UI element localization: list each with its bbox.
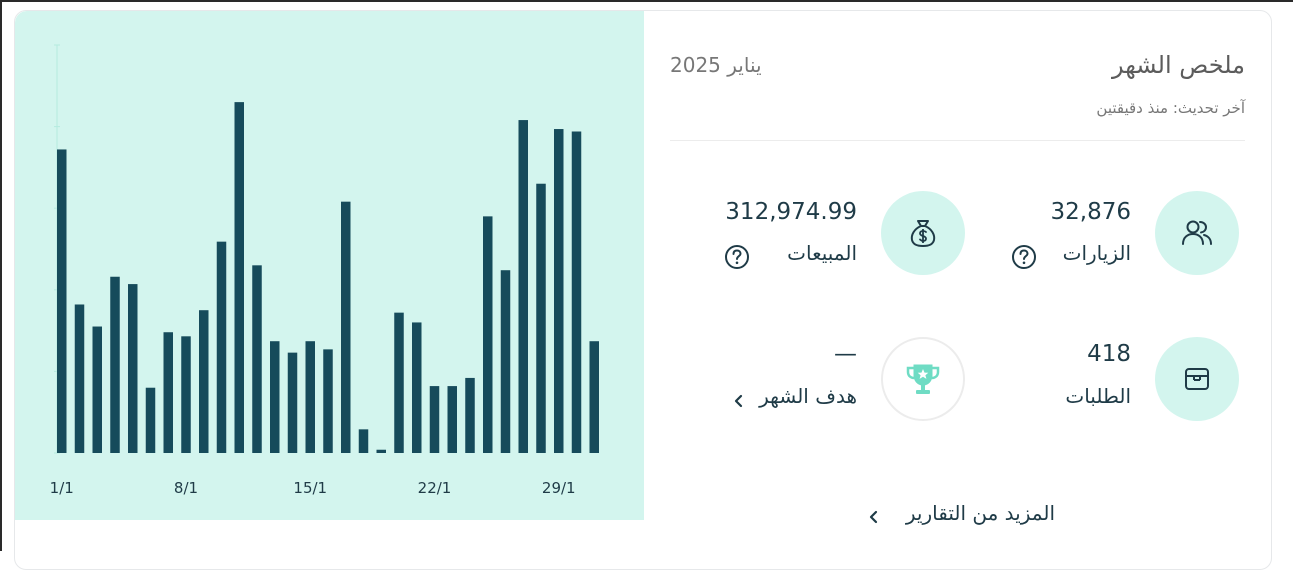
- more-reports-link[interactable]: المزيد من التقارير: [906, 501, 1055, 525]
- divider: [670, 140, 1245, 141]
- x-tick-label: 22/1: [418, 479, 452, 497]
- bar-13/1[interactable]: [270, 341, 280, 453]
- box-icon-circle: [1155, 337, 1239, 421]
- bar-14/1[interactable]: [287, 352, 298, 453]
- sales-value: 312,974.99: [725, 199, 857, 225]
- sales-label: المبيعات: [787, 241, 857, 265]
- bar-12/1[interactable]: [252, 265, 262, 453]
- goal-chevron-icon[interactable]: [732, 393, 746, 409]
- bar-17/1[interactable]: [341, 201, 351, 453]
- bar-6/1[interactable]: [145, 387, 156, 453]
- more-reports-chevron-icon[interactable]: [867, 509, 881, 525]
- bar-7/1[interactable]: [163, 332, 174, 453]
- bar-20/1[interactable]: [394, 312, 404, 453]
- bar-25/1[interactable]: [483, 216, 493, 453]
- left-border: [0, 0, 2, 551]
- top-border: [0, 0, 1293, 2]
- trophy-icon: [906, 364, 940, 394]
- orders-label: الطلبات: [1065, 384, 1131, 408]
- bar-23/1[interactable]: [447, 386, 458, 453]
- bar-2/1[interactable]: [74, 304, 85, 453]
- month-summary-card: 1/1 8/1 15/1 22/1 29/1 ملخص الشهر يناير 2025…: [14, 10, 1272, 570]
- last-updated: آخر تحديث: منذ دقيقتين: [1096, 99, 1245, 117]
- bar-16/1[interactable]: [323, 349, 333, 453]
- visits-label: الزيارات: [1062, 241, 1131, 265]
- x-tick-label: 8/1: [174, 479, 198, 497]
- summary-info: ملخص الشهر يناير 2025 آخر تحديث: منذ دقي…: [644, 11, 1271, 551]
- bar-5/1[interactable]: [128, 284, 138, 453]
- bar-24/1[interactable]: [465, 377, 475, 453]
- period-label: يناير 2025: [670, 53, 762, 77]
- bar-19/1[interactable]: [376, 449, 387, 453]
- visits-value: 32,876: [1050, 199, 1131, 225]
- orders-value: 418: [1087, 341, 1131, 367]
- money-bag-icon: [910, 220, 936, 248]
- bar-9/1[interactable]: [199, 310, 209, 453]
- bar-8/1[interactable]: [181, 336, 191, 453]
- bar-29/1[interactable]: [554, 129, 564, 453]
- bar-31/1[interactable]: [589, 341, 600, 453]
- x-tick-label: 29/1: [542, 479, 576, 497]
- bar-18/1[interactable]: [358, 429, 369, 453]
- money-bag-icon-circle: [881, 191, 965, 275]
- bar-11/1[interactable]: [234, 102, 245, 454]
- bar-22/1[interactable]: [429, 386, 440, 453]
- bar-4/1[interactable]: [110, 276, 120, 453]
- users-icon-circle: [1155, 191, 1239, 275]
- trophy-icon-circle: [881, 337, 965, 421]
- bar-1/1[interactable]: [57, 149, 67, 453]
- bar-30/1[interactable]: [571, 131, 582, 453]
- bar-21/1[interactable]: [412, 322, 422, 453]
- bar-28/1[interactable]: [536, 183, 546, 453]
- goal-link[interactable]: هدف الشهر: [759, 384, 857, 408]
- x-tick-label: 15/1: [293, 479, 327, 497]
- page-title: ملخص الشهر: [1111, 51, 1245, 79]
- visits-help-icon[interactable]: [1011, 244, 1037, 270]
- sales-help-icon[interactable]: [724, 244, 750, 270]
- chart-panel: 1/1 8/1 15/1 22/1 29/1: [15, 11, 644, 520]
- bar-15/1[interactable]: [305, 341, 316, 453]
- box-icon: [1185, 368, 1209, 390]
- bar-chart: 1/1 8/1 15/1 22/1 29/1: [50, 44, 600, 497]
- goal-value: —: [834, 341, 857, 367]
- bar-27/1[interactable]: [518, 120, 529, 454]
- x-tick-label: 1/1: [50, 479, 74, 497]
- bar-3/1[interactable]: [92, 326, 103, 453]
- bar-26/1[interactable]: [500, 270, 511, 453]
- users-icon: [1182, 220, 1212, 245]
- bar-10/1[interactable]: [216, 241, 227, 453]
